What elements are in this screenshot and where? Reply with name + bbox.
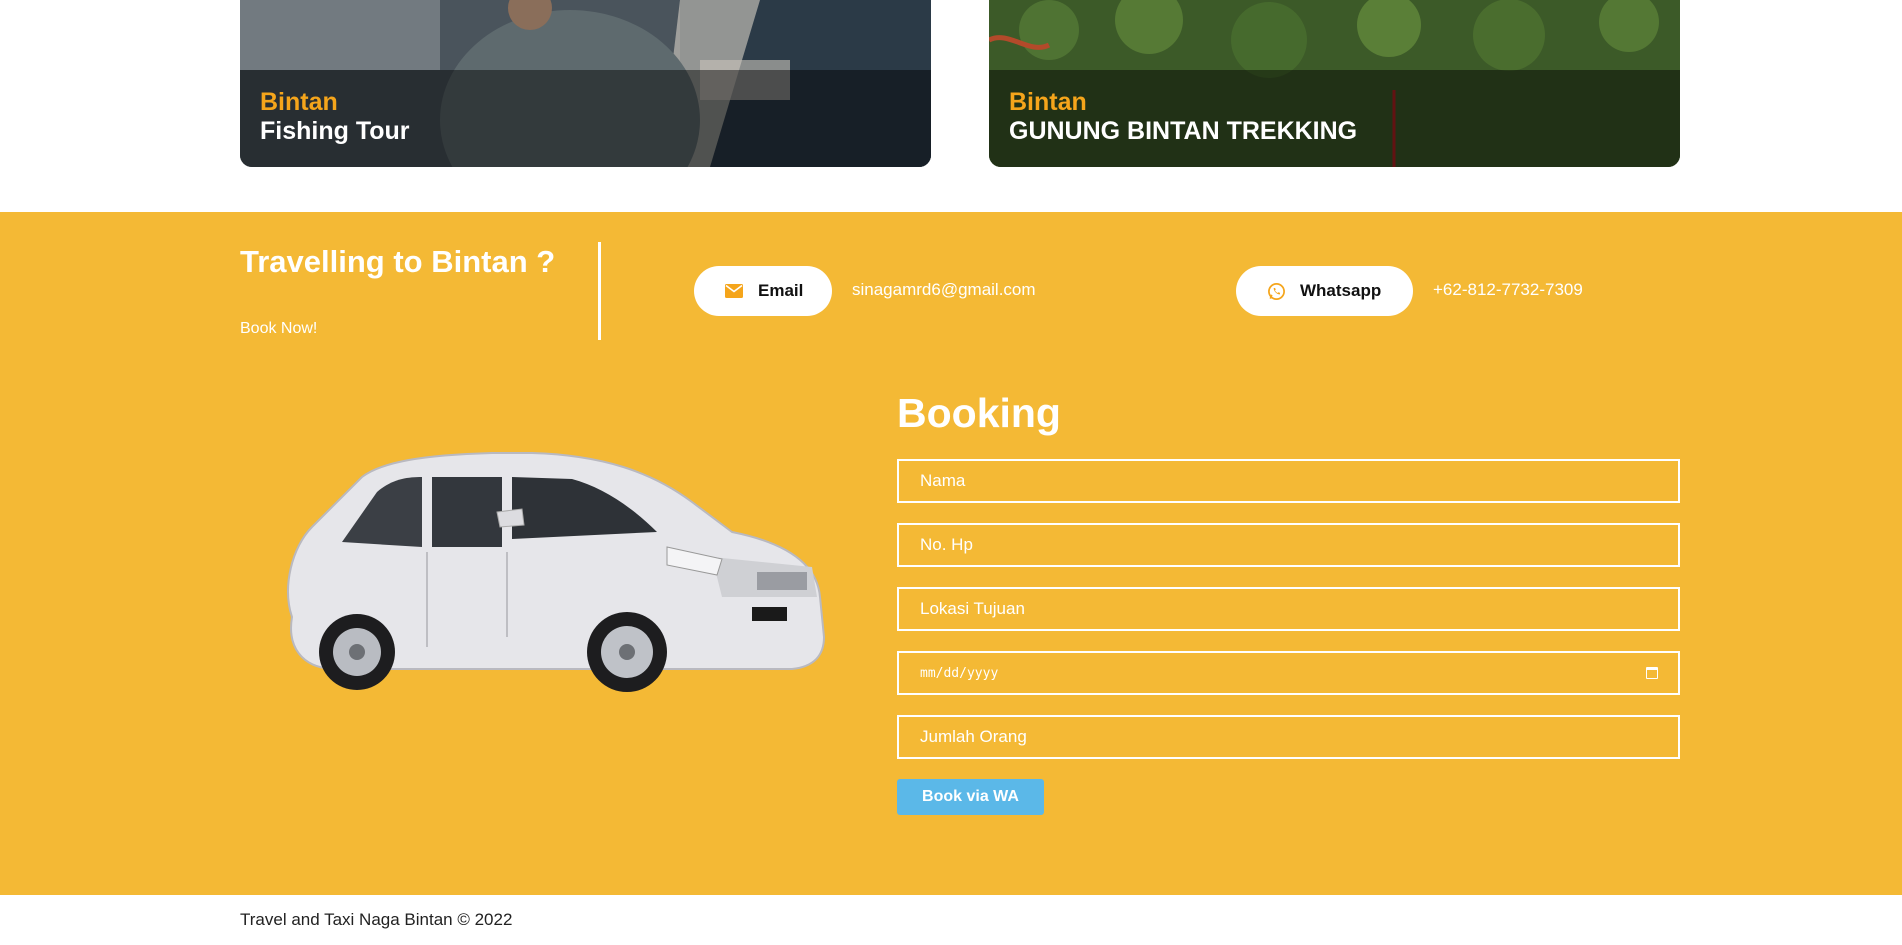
copyright-text: Travel and Taxi Naga Bintan © 2022 bbox=[240, 910, 513, 929]
date-input[interactable]: mm/dd/yyyy bbox=[897, 651, 1680, 695]
mail-icon bbox=[724, 281, 744, 301]
tour-card-trekking[interactable]: Bintan GUNUNG BINTAN TREKKING bbox=[989, 0, 1680, 167]
footer: Travel and Taxi Naga Bintan © 2022 bbox=[0, 895, 1902, 945]
booking-title: Booking bbox=[897, 390, 1061, 436]
whatsapp-icon bbox=[1266, 281, 1286, 301]
whatsapp-value[interactable]: +62-812-7732-7309 bbox=[1433, 280, 1583, 300]
tour-location: Bintan bbox=[260, 88, 338, 116]
email-value[interactable]: sinagamrd6@gmail.com bbox=[852, 280, 1036, 300]
tour-name: GUNUNG BINTAN TREKKING bbox=[1009, 117, 1358, 145]
tour-name: Fishing Tour bbox=[260, 117, 410, 145]
name-input[interactable]: Nama bbox=[897, 459, 1680, 503]
cta-title: Travelling to Bintan ? bbox=[240, 244, 556, 279]
divider bbox=[598, 242, 601, 340]
tour-card-fishing[interactable]: Bintan Fishing Tour bbox=[240, 0, 931, 167]
whatsapp-button[interactable]: Whatsapp bbox=[1236, 266, 1413, 316]
people-count-input[interactable]: Jumlah Orang bbox=[897, 715, 1680, 759]
email-label: Email bbox=[758, 281, 804, 300]
cta-subtitle: Book Now! bbox=[240, 320, 318, 337]
tour-cards-section: Bintan Fishing Tour Bintan GUNUNG BINTAN… bbox=[0, 0, 1902, 212]
book-via-wa-button[interactable]: Book via WA bbox=[897, 779, 1044, 815]
whatsapp-label: Whatsapp bbox=[1300, 281, 1382, 300]
date-placeholder: mm/dd/yyyy bbox=[920, 665, 999, 681]
booking-section: Travelling to Bintan ? Book Now! Email s… bbox=[0, 212, 1902, 895]
calendar-icon[interactable] bbox=[1646, 667, 1658, 679]
tour-location: Bintan bbox=[1009, 88, 1087, 116]
email-button[interactable]: Email bbox=[694, 266, 832, 316]
destination-input[interactable]: Lokasi Tujuan bbox=[897, 587, 1680, 631]
phone-input[interactable]: No. Hp bbox=[897, 523, 1680, 567]
car-image bbox=[287, 452, 826, 692]
